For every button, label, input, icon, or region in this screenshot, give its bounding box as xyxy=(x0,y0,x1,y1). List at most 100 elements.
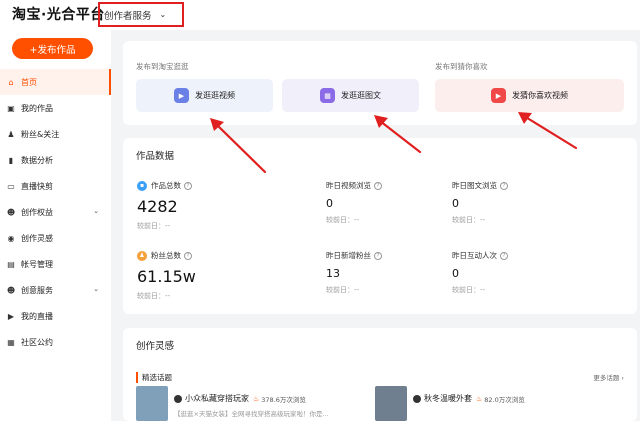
publish-button-label: 发逛逛视频 xyxy=(195,91,235,100)
sidebar-item-label: 创作权益 xyxy=(21,207,53,217)
sidebar-item[interactable]: ▭ 直播快剪 xyxy=(0,173,111,199)
topic-name-row: 秋冬温暖外套 ♨ 82.0万次浏览 xyxy=(413,393,525,404)
inspiration-icon: ◉ xyxy=(7,233,15,243)
metric-value: 4282 xyxy=(137,197,178,216)
fans-icon: ♟ xyxy=(7,129,15,139)
topic-description: 【逛逛×天猫女装】全网寻找穿搭高级玩家啦！你是... xyxy=(174,410,329,418)
creative-icon: ☻ xyxy=(6,285,16,295)
sidebar-item-label: 粉丝&关注 xyxy=(21,129,60,139)
sidebar-item-label: 首页 xyxy=(21,77,37,87)
metric-label-row: 昨日视频浏览? xyxy=(326,180,446,191)
sidebar-item[interactable]: ◉ 创作灵感 xyxy=(0,225,111,251)
sidebar-item-label: 我的直播 xyxy=(21,311,53,321)
sidebar-item-label: 创作灵感 xyxy=(21,233,53,243)
help-icon[interactable]: ? xyxy=(184,181,192,190)
topic-thumbnail[interactable] xyxy=(375,386,407,421)
help-icon[interactable]: ? xyxy=(374,251,382,260)
publish-work-button[interactable]: +发布作品 xyxy=(12,38,93,59)
works-data-title: 作品数据 xyxy=(136,151,175,162)
chevron-down-icon: ⌄ xyxy=(93,207,99,215)
publish-button[interactable]: ▶ 发逛逛视频 xyxy=(136,79,273,112)
metric-item: ▪ 作品总数? 4282 较前日：-- xyxy=(137,180,257,231)
publish-button-label: 发猜你喜欢视频 xyxy=(512,91,568,100)
works-icon: ▣ xyxy=(7,103,15,113)
topic-name-row: 小众私藏穿搭玩家 ♨ 378.6万次浏览 xyxy=(174,393,306,404)
clip-icon: ▭ xyxy=(7,181,15,191)
video-icon: ▶ xyxy=(491,88,506,103)
metric-label-row: ▪ 作品总数? xyxy=(137,180,257,191)
live-icon: ▶ xyxy=(7,311,15,321)
sidebar-item[interactable]: ▤ 帐号管理 xyxy=(0,251,111,277)
metric-compare: 较前日：-- xyxy=(326,216,360,224)
account-icon: ▤ xyxy=(7,259,15,269)
metric-value: 0 xyxy=(452,197,459,210)
more-topics-link[interactable]: 更多话题 › xyxy=(593,372,624,382)
rights-icon: ☻ xyxy=(6,207,16,217)
metric-label-row: 昨日图文浏览? xyxy=(452,180,572,191)
sidebar: +发布作品 ⌂ 首页 ▣ 我的作品 ♟ 粉丝&关注 ▮ 数据分析 ▭ 直播快剪 ☻ 创作权益 ⌄ ◉ 创作灵… xyxy=(0,30,111,421)
home-icon: ⌂ xyxy=(8,77,14,87)
metric-label: 昨日互动人次 xyxy=(452,251,497,260)
chart-icon: ▮ xyxy=(8,155,14,165)
rules-icon: ▦ xyxy=(7,337,15,347)
metric-label: 昨日图文浏览 xyxy=(452,181,497,190)
sidebar-item-label: 直播快剪 xyxy=(21,181,53,191)
metric-compare: 较前日：-- xyxy=(137,292,171,300)
metric-item: 昨日视频浏览? 0 较前日：-- xyxy=(326,180,446,225)
publish-guess-label: 发布到猜你喜欢 xyxy=(435,62,488,71)
sidebar-item[interactable]: ☻ 创作权益 ⌄ xyxy=(0,199,111,225)
creator-service-dropdown[interactable]: 创作者服务 ⌄ xyxy=(98,2,184,27)
metric-item: 昨日互动人次? 0 较前日：-- xyxy=(452,250,572,295)
topic-views: 378.6万次浏览 xyxy=(261,395,306,404)
publish-button[interactable]: ▶ 发猜你喜欢视频 xyxy=(435,79,624,112)
sidebar-item[interactable]: ▦ 社区公约 xyxy=(0,329,111,355)
sidebar-item[interactable]: ▣ 我的作品 xyxy=(0,95,111,121)
platform-logo[interactable]: 淘宝·光合平台 xyxy=(12,4,105,24)
metric-item: 昨日图文浏览? 0 较前日：-- xyxy=(452,180,572,225)
top-bar: 淘宝·光合平台 创作者服务 ⌄ xyxy=(0,0,640,30)
metric-icon: ▪ xyxy=(137,180,147,191)
metric-value: 13 xyxy=(326,267,340,280)
metric-value: 0 xyxy=(326,197,333,210)
sidebar-item[interactable]: ⌂ 首页 xyxy=(0,69,111,95)
works-data-card: 作品数据 ▪ 作品总数? 4282 较前日：-- 昨日视频浏览? 0 较前日：-- 昨日图文浏… xyxy=(123,138,637,314)
sidebar-item-label: 社区公约 xyxy=(21,337,53,347)
help-icon[interactable]: ? xyxy=(500,251,508,260)
help-icon[interactable]: ? xyxy=(184,251,192,260)
sidebar-item[interactable]: ♟ 粉丝&关注 xyxy=(0,121,111,147)
play-icon: ▶ xyxy=(174,88,189,103)
topic-name: 小众私藏穿搭玩家 xyxy=(185,394,249,403)
metric-label-row: 昨日新增粉丝? xyxy=(326,250,446,261)
sidebar-item-label: 数据分析 xyxy=(21,155,53,165)
metric-value: 0 xyxy=(452,267,459,280)
metric-label: 昨日新增粉丝 xyxy=(326,251,371,260)
sidebar-item-label: 我的作品 xyxy=(21,103,53,113)
sidebar-item-label: 帐号管理 xyxy=(21,259,53,269)
creator-service-label: 创作者服务 xyxy=(104,10,152,22)
fire-icon: ♨ xyxy=(253,394,260,403)
inspiration-title: 创作灵感 xyxy=(136,341,175,352)
sidebar-item[interactable]: ▮ 数据分析 xyxy=(0,147,111,173)
topic-badge-icon xyxy=(413,394,421,403)
topic-thumbnail[interactable] xyxy=(136,386,168,421)
sidebar-item[interactable]: ☻ 创意服务 ⌄ xyxy=(0,277,111,303)
grid-icon: ▦ xyxy=(320,88,335,103)
chevron-down-icon: ⌄ xyxy=(93,285,99,293)
sidebar-item[interactable]: ▶ 我的直播 xyxy=(0,303,111,329)
metric-label-row: ♟ 粉丝总数? xyxy=(137,250,257,261)
fire-icon: ♨ xyxy=(476,394,483,403)
topic-views: 82.0万次浏览 xyxy=(484,395,525,404)
metric-compare: 较前日：-- xyxy=(137,222,171,230)
metric-compare: 较前日：-- xyxy=(452,216,486,224)
publish-taobao-label: 发布到淘宝逛逛 xyxy=(136,62,189,71)
metric-label: 作品总数 xyxy=(151,181,181,190)
publish-button[interactable]: ▦ 发逛逛图文 xyxy=(282,79,419,112)
help-icon[interactable]: ? xyxy=(500,181,508,190)
topic-badge-icon xyxy=(174,394,182,403)
metric-compare: 较前日：-- xyxy=(452,286,486,294)
publish-button-label: 发逛逛图文 xyxy=(341,91,381,100)
sidebar-nav: ⌂ 首页 ▣ 我的作品 ♟ 粉丝&关注 ▮ 数据分析 ▭ 直播快剪 ☻ 创作权益 ⌄ ◉ 创作灵感 ▤ 帐号管理… xyxy=(0,69,111,355)
metric-item: 昨日新增粉丝? 13 较前日：-- xyxy=(326,250,446,295)
metric-label: 粉丝总数 xyxy=(151,251,181,260)
help-icon[interactable]: ? xyxy=(374,181,382,190)
